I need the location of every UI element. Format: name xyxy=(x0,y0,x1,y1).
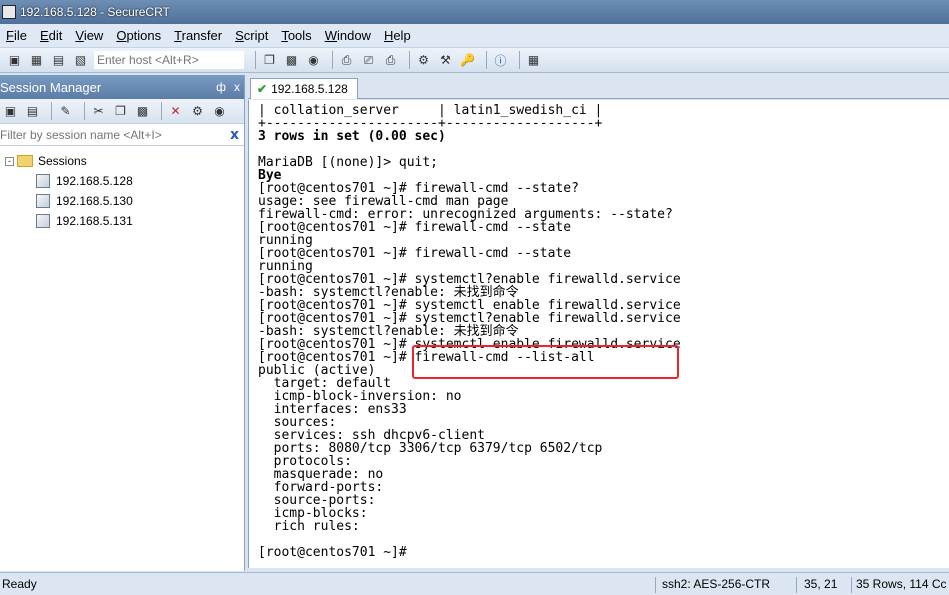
session-manager-toolbar: ▣ ▤ ✎ ✂ ❐ ▩ ✕ ⚙ ◉ xyxy=(0,99,244,124)
tree-session-item[interactable]: 192.168.5.128 xyxy=(0,171,244,191)
folder-icon xyxy=(17,155,33,167)
tree-folder-sessions[interactable]: - Sessions xyxy=(0,151,244,171)
clear-filter-icon[interactable]: x xyxy=(230,127,239,143)
terminal-line: MariaDB [(none)]> quit; xyxy=(258,155,439,170)
new-session-icon[interactable]: ✎ xyxy=(57,103,74,120)
terminal-line: [root@centos701 ~]# firewall-cmd --state xyxy=(258,246,572,261)
terminal-line: rich rules: xyxy=(258,519,360,534)
session-icon xyxy=(36,194,50,208)
securecrt-app-icon xyxy=(2,5,16,19)
session-manager-title: Session Manager xyxy=(0,79,102,95)
menu-options[interactable]: Options xyxy=(116,28,161,43)
menu-tools[interactable]: Tools xyxy=(281,28,311,43)
global-options-icon[interactable]: ⚒ xyxy=(437,52,454,69)
connect-in-tab-icon[interactable]: ▤ xyxy=(24,103,41,120)
session-tree: - Sessions 192.168.5.128 192.168.5.130 1… xyxy=(0,146,244,231)
session-filter: x xyxy=(0,124,244,146)
menu-edit[interactable]: Edit xyxy=(40,28,62,43)
quick-connect-icon[interactable]: ▦ xyxy=(28,52,45,69)
help-icon[interactable]: ⓘ xyxy=(492,52,509,69)
terminal-line: 3 rows in set (0.00 sec) xyxy=(258,129,446,144)
sftp-icon[interactable]: ▦ xyxy=(525,52,542,69)
session-icon xyxy=(36,214,50,228)
session-options-icon[interactable]: ⚙ xyxy=(415,52,432,69)
status-terminal-size: 35 Rows, 114 Cc xyxy=(856,577,947,591)
title-bar: 192.168.5.128 - SecureCRT xyxy=(0,0,949,24)
copy-icon[interactable]: ❐ xyxy=(112,103,129,120)
find-icon[interactable]: ◉ xyxy=(305,52,322,69)
terminal-output[interactable]: | collation_server | latin1_swedish_ci |… xyxy=(248,100,949,568)
session-filter-input[interactable] xyxy=(0,127,220,142)
menu-bar: File Edit View Options Transfer Script T… xyxy=(0,24,949,48)
terminal-text: | collation_server | latin1_swedish_ci |… xyxy=(258,104,681,559)
copy-icon[interactable]: ❐ xyxy=(261,52,278,69)
menu-script[interactable]: Script xyxy=(235,28,268,43)
disconnect-icon[interactable]: ▧ xyxy=(72,52,89,69)
terminal-line: [root@centos701 ~]# firewall-cmd --state xyxy=(258,220,572,235)
menu-window[interactable]: Window xyxy=(325,28,371,43)
toolbar-separator xyxy=(255,51,256,69)
print-setup-icon[interactable]: ⎙ xyxy=(338,52,355,69)
tree-session-label: 192.168.5.130 xyxy=(56,194,133,208)
tree-session-label: 192.168.5.128 xyxy=(56,174,133,188)
menu-help[interactable]: Help xyxy=(384,28,411,43)
session-icon xyxy=(36,174,50,188)
paste-icon[interactable]: ▩ xyxy=(283,52,300,69)
print-icon[interactable]: ⎙ xyxy=(382,52,399,69)
tree-session-item[interactable]: 192.168.5.130 xyxy=(0,191,244,211)
status-divider xyxy=(851,577,852,593)
status-cursor-position: 35, 21 xyxy=(804,577,838,591)
reconnect-icon[interactable]: ▤ xyxy=(50,52,67,69)
toolbar-separator xyxy=(84,102,85,120)
terminal-line: [root@centos701 ~]# xyxy=(258,545,407,560)
session-tab-bar: ✔ 192.168.5.128 xyxy=(248,75,949,99)
toolbar-separator xyxy=(409,51,410,69)
keymap-icon[interactable]: 🔑 xyxy=(459,52,476,69)
toolbar-separator xyxy=(332,51,333,69)
toolbar-separator xyxy=(51,102,52,120)
print-selection-icon[interactable]: ⎚ xyxy=(360,52,377,69)
menu-view[interactable]: View xyxy=(75,28,103,43)
status-ready: Ready xyxy=(2,577,37,591)
status-bar: Ready ssh2: AES-256-CTR 35, 21 35 Rows, … xyxy=(0,572,949,595)
toolbar-separator xyxy=(486,51,487,69)
delete-icon[interactable]: ✕ xyxy=(167,103,184,120)
highlight-annotation-box xyxy=(412,345,679,379)
session-manager-panel: Session Manager ф x ▣ ▤ ✎ ✂ ❐ ▩ ✕ ⚙ ◉ x … xyxy=(0,75,245,571)
session-manager-header: Session Manager ф x xyxy=(0,75,244,99)
tree-session-label: 192.168.5.131 xyxy=(56,214,133,228)
connect-icon[interactable]: ▣ xyxy=(6,52,23,69)
find-icon[interactable]: ◉ xyxy=(211,103,228,120)
status-divider xyxy=(655,577,656,593)
collapse-icon[interactable]: - xyxy=(5,156,14,166)
pin-icon[interactable]: ф xyxy=(216,80,226,94)
status-divider xyxy=(796,577,797,593)
tree-folder-label: Sessions xyxy=(38,154,87,168)
menu-file[interactable]: File xyxy=(6,28,27,43)
tab-session-192-168-5-128[interactable]: ✔ 192.168.5.128 xyxy=(250,78,358,99)
cut-icon[interactable]: ✂ xyxy=(90,103,107,120)
tree-session-item[interactable]: 192.168.5.131 xyxy=(0,211,244,231)
connected-check-icon: ✔ xyxy=(257,82,268,96)
toolbar-separator xyxy=(519,51,520,69)
tab-label: 192.168.5.128 xyxy=(271,82,348,96)
status-protocol: ssh2: AES-256-CTR xyxy=(662,577,771,591)
main-toolbar: ▣ ▦ ▤ ▧ ❐ ▩ ◉ ⎙ ⎚ ⎙ ⚙ ⚒ 🔑 ⓘ ▦ xyxy=(0,48,949,73)
toolbar-separator xyxy=(161,102,162,120)
menu-transfer[interactable]: Transfer xyxy=(174,28,222,43)
close-icon[interactable]: x xyxy=(234,80,240,94)
enter-host-input[interactable] xyxy=(94,51,244,69)
paste-icon[interactable]: ▩ xyxy=(134,103,151,120)
properties-icon[interactable]: ⚙ xyxy=(189,103,206,120)
window-title: 192.168.5.128 - SecureCRT xyxy=(20,5,170,19)
connect-session-icon[interactable]: ▣ xyxy=(2,103,19,120)
